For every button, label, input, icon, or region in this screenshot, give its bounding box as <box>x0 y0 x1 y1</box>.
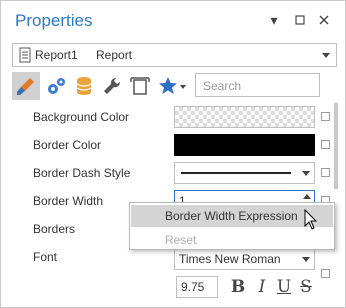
search-placeholder: Search <box>203 79 242 93</box>
background-color-editor[interactable] <box>174 106 315 128</box>
gears-icon <box>48 78 65 94</box>
wrench-icon <box>104 77 121 94</box>
layout-tab-button[interactable] <box>126 72 154 100</box>
pin-icon: ▾ <box>270 12 278 28</box>
layout-icon <box>130 77 150 95</box>
maximize-button[interactable] <box>291 11 309 29</box>
favorites-tab-button[interactable] <box>154 72 190 100</box>
property-label: Borders <box>33 222 76 236</box>
brush-icon <box>17 78 34 95</box>
star-icon <box>159 77 186 94</box>
font-family-dropdown[interactable]: Times New Roman <box>174 248 315 270</box>
menu-item-label: Reset <box>165 233 197 247</box>
font-style-row: 9.75 B I U S <box>174 276 334 300</box>
appearance-tab-button[interactable] <box>12 72 40 100</box>
property-label: Border Width <box>33 194 104 208</box>
component-selector[interactable]: Report1 Report <box>12 43 337 67</box>
title-bar: Properties ▾ <box>1 1 345 39</box>
font-size-input[interactable]: 9.75 <box>176 276 218 298</box>
property-checkbox[interactable] <box>321 168 330 177</box>
underline-button[interactable]: U <box>274 276 294 298</box>
window-title: Properties <box>15 11 93 30</box>
border-dash-style-dropdown[interactable] <box>174 162 315 184</box>
menu-item-label: Border Width Expression <box>165 209 298 223</box>
behavior-tab-button[interactable] <box>42 72 70 100</box>
chevron-down-icon <box>302 257 310 262</box>
menu-item-border-width-expression[interactable]: Border Width Expression <box>131 205 333 227</box>
chevron-down-icon <box>322 53 330 58</box>
font-family-value: Times New Roman <box>179 252 281 266</box>
pin-button[interactable]: ▾ <box>265 11 283 29</box>
bold-button[interactable]: B <box>228 276 248 298</box>
property-label: Border Color <box>33 138 102 152</box>
italic-button[interactable]: I <box>252 276 272 298</box>
spin-up-icon[interactable] <box>303 194 311 199</box>
menu-item-reset[interactable]: Reset <box>131 229 333 251</box>
selected-component-type: Report <box>96 48 133 62</box>
property-row-border-color[interactable]: Border Color <box>12 131 330 159</box>
properties-toolbar: Search <box>12 72 337 100</box>
maximize-icon <box>295 15 305 25</box>
search-input[interactable]: Search <box>195 73 320 97</box>
property-label: Background Color <box>33 110 130 124</box>
property-checkbox[interactable] <box>321 140 330 149</box>
data-tab-button[interactable] <box>70 72 98 100</box>
selected-component-name: Report1 <box>35 48 78 62</box>
property-row-border-dash-style[interactable]: Border Dash Style <box>12 159 330 187</box>
font-size-value: 9.75 <box>181 280 205 294</box>
solid-line-preview <box>181 172 291 174</box>
property-row-background-color[interactable]: Background Color <box>12 103 330 131</box>
property-label: Border Dash Style <box>33 166 131 180</box>
close-button[interactable] <box>315 11 333 29</box>
design-tab-button[interactable] <box>98 72 126 100</box>
property-checkbox[interactable] <box>321 112 330 121</box>
property-label: Font <box>33 250 58 264</box>
strikethrough-button[interactable]: S <box>296 276 316 298</box>
vertical-scrollbar[interactable] <box>334 103 338 189</box>
chevron-down-icon <box>302 171 310 176</box>
report-document-icon <box>19 47 31 63</box>
border-color-editor[interactable] <box>174 134 315 156</box>
mouse-cursor-icon <box>304 209 318 230</box>
properties-window: Properties ▾ Report1 Report Search Backg… <box>0 0 346 308</box>
close-icon <box>319 15 329 25</box>
database-icon <box>76 77 92 95</box>
